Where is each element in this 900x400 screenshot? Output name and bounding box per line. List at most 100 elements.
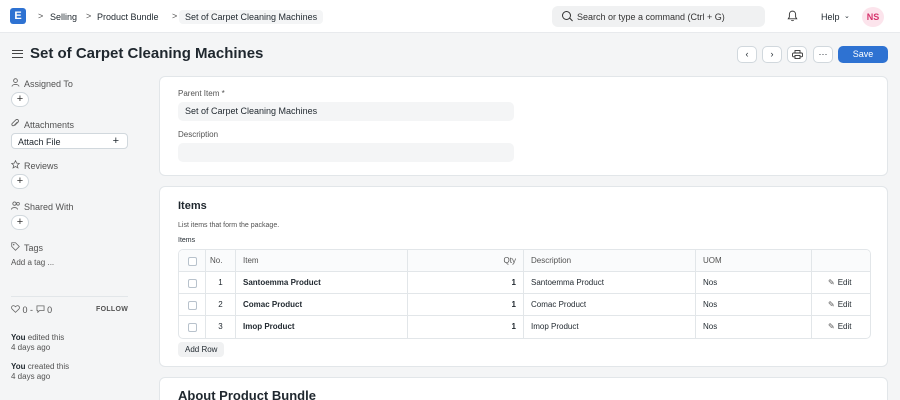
- row-checkbox[interactable]: [188, 301, 197, 310]
- pencil-icon: ✎: [828, 278, 835, 287]
- row-edit-label: Edit: [837, 300, 852, 309]
- row-uom[interactable]: Nos: [695, 316, 811, 338]
- row-checkbox[interactable]: [188, 279, 197, 288]
- comment-icon[interactable]: [36, 305, 45, 314]
- more-actions-button[interactable]: ···: [813, 46, 833, 63]
- activity-time: 4 days ago: [11, 343, 51, 352]
- sidebar-assigned-to: Assigned To: [11, 78, 73, 89]
- activity-action: edited this: [27, 333, 65, 342]
- items-section-title: Items: [178, 200, 207, 212]
- activity-item: You created this 4 days ago: [11, 362, 69, 382]
- row-description[interactable]: Santoemma Product: [523, 272, 695, 294]
- column-header-no: No.: [205, 250, 235, 272]
- print-button[interactable]: [787, 46, 807, 63]
- attach-file-label: Attach File: [18, 137, 61, 147]
- page-title: Set of Carpet Cleaning Machines: [30, 45, 264, 62]
- parent-item-card: Parent Item * Set of Carpet Cleaning Mac…: [159, 76, 888, 176]
- app-logo-icon[interactable]: E: [10, 8, 26, 24]
- pencil-icon: ✎: [828, 322, 835, 331]
- search-bar[interactable]: Search or type a command (Ctrl + G): [552, 6, 765, 27]
- row-item[interactable]: Santoemma Product: [235, 272, 407, 294]
- row-qty[interactable]: 1: [407, 272, 523, 294]
- hamburger-icon[interactable]: [12, 50, 23, 58]
- column-header-description: Description: [523, 250, 695, 272]
- row-uom[interactable]: Nos: [695, 272, 811, 294]
- about-card: About Product Bundle: [159, 377, 888, 400]
- description-input[interactable]: [178, 143, 514, 162]
- prev-record-button[interactable]: ‹: [737, 46, 757, 63]
- activity-actor: You: [11, 362, 26, 371]
- parent-item-input[interactable]: Set of Carpet Cleaning Machines: [178, 102, 514, 121]
- row-no: 1: [205, 272, 235, 294]
- plus-icon: +: [112, 135, 119, 147]
- row-checkbox[interactable]: [188, 323, 197, 332]
- column-header-actions: [811, 250, 870, 272]
- items-section-description: List items that form the package.: [178, 222, 280, 229]
- breadcrumb-separator: >: [172, 11, 178, 21]
- table-row[interactable]: 1 Santoemma Product 1 Santoemma Product …: [179, 272, 870, 294]
- row-edit-button[interactable]: ✎ Edit: [811, 272, 870, 294]
- bell-icon[interactable]: [787, 10, 798, 22]
- row-qty[interactable]: 1: [407, 316, 523, 338]
- row-qty[interactable]: 1: [407, 294, 523, 316]
- items-table: No. Item Qty Description UOM 1 Santoemma…: [178, 249, 871, 339]
- items-table-label: Items: [178, 237, 196, 244]
- row-no: 3: [205, 316, 235, 338]
- parent-item-label: Parent Item *: [178, 89, 225, 98]
- add-share-button[interactable]: +: [11, 215, 29, 230]
- add-tag-link[interactable]: Add a tag ...: [11, 258, 54, 267]
- avatar[interactable]: NS: [862, 7, 884, 27]
- breadcrumb-product-bundle[interactable]: Product Bundle: [97, 12, 159, 22]
- help-menu[interactable]: Help: [821, 12, 840, 22]
- chevron-down-icon: ⌄: [844, 13, 850, 20]
- paperclip-icon: [11, 119, 21, 130]
- sidebar-reviews: Reviews: [10, 159, 59, 171]
- row-edit-label: Edit: [837, 278, 852, 287]
- sidebar-assigned-to-label: Assigned To: [24, 79, 73, 89]
- sidebar-divider: [11, 296, 128, 297]
- row-edit-button[interactable]: ✎ Edit: [811, 294, 870, 316]
- column-header-qty: Qty: [407, 250, 523, 272]
- sidebar-shared-with-label: Shared With: [24, 202, 74, 212]
- row-edit-label: Edit: [837, 322, 852, 331]
- row-description[interactable]: Comac Product: [523, 294, 695, 316]
- column-header-uom: UOM: [695, 250, 811, 272]
- save-button[interactable]: Save: [838, 46, 888, 63]
- select-all-checkbox[interactable]: [188, 257, 197, 266]
- row-item[interactable]: Imop Product: [235, 316, 407, 338]
- row-description[interactable]: Imop Product: [523, 316, 695, 338]
- row-uom[interactable]: Nos: [695, 294, 811, 316]
- search-icon: [562, 11, 571, 20]
- attach-file-button[interactable]: Attach File +: [11, 133, 128, 149]
- sidebar-reviews-label: Reviews: [24, 161, 59, 171]
- user-icon: [11, 78, 21, 89]
- sidebar-tags: Tags: [11, 242, 43, 253]
- breadcrumb-current[interactable]: Set of Carpet Cleaning Machines: [179, 10, 324, 24]
- about-section-title: About Product Bundle: [178, 388, 316, 400]
- top-navbar: E > Selling > Product Bundle > Set of Ca…: [0, 0, 900, 33]
- column-header-item: Item: [235, 250, 407, 272]
- row-edit-button[interactable]: ✎ Edit: [811, 316, 870, 338]
- printer-icon: [791, 50, 803, 59]
- sidebar-shared-with: Shared With: [11, 201, 74, 212]
- table-row[interactable]: 3 Imop Product 1 Imop Product Nos ✎ Edit: [179, 316, 870, 338]
- follow-button[interactable]: FOLLOW: [96, 306, 128, 313]
- heart-icon[interactable]: [11, 305, 20, 313]
- add-row-button[interactable]: Add Row: [178, 342, 225, 357]
- like-count: 0: [22, 305, 28, 315]
- description-label: Description: [178, 130, 219, 139]
- breadcrumb-separator: >: [86, 11, 92, 21]
- table-row[interactable]: 2 Comac Product 1 Comac Product Nos ✎ Edi…: [179, 294, 870, 316]
- row-no: 2: [205, 294, 235, 316]
- add-assignee-button[interactable]: +: [11, 92, 29, 107]
- sidebar-attachments-label: Attachments: [24, 120, 75, 130]
- add-review-button[interactable]: +: [11, 174, 29, 189]
- breadcrumb-selling[interactable]: Selling: [50, 12, 77, 22]
- stats-separator: -: [30, 305, 34, 315]
- users-icon: [11, 201, 21, 212]
- next-record-button[interactable]: ›: [762, 46, 782, 63]
- row-item[interactable]: Comac Product: [235, 294, 407, 316]
- activity-action: created this: [27, 362, 70, 371]
- activity-actor: You: [11, 333, 26, 342]
- search-placeholder: Search or type a command (Ctrl + G): [577, 12, 725, 22]
